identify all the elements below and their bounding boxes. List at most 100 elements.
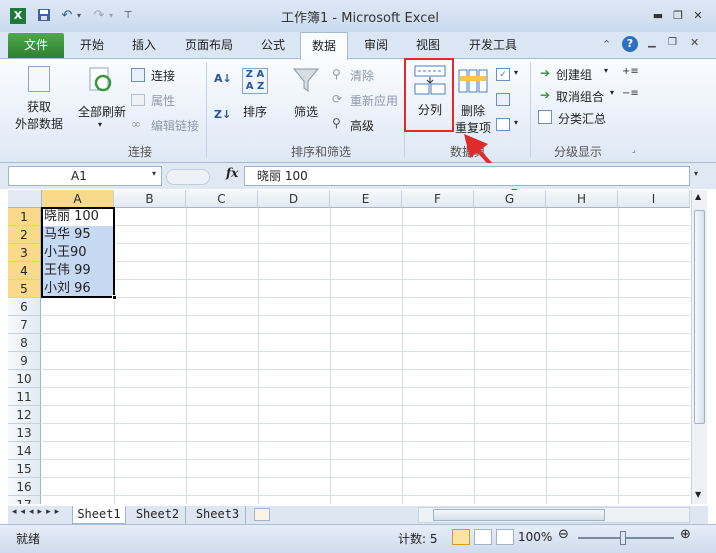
expand-formula-icon[interactable]: ▾: [694, 169, 698, 178]
tab-insert[interactable]: 插入: [120, 32, 168, 58]
sort-asc-button[interactable]: A↓: [214, 72, 232, 90]
sort-button[interactable]: Z AA Z 排序: [238, 64, 272, 134]
refresh-all-button[interactable]: 全部刷新 ▾: [76, 64, 126, 134]
refresh-all-label: 全部刷新: [77, 105, 126, 119]
sheet-tab-2[interactable]: Sheet2: [130, 506, 186, 524]
normal-view-icon[interactable]: [452, 529, 470, 545]
column-header[interactable]: E: [330, 190, 402, 208]
restore-icon[interactable]: ❐: [670, 9, 686, 23]
worksheet-grid[interactable]: A B C D E F G H I 1 2 3 4 5 6 7 8 9 10 1…: [8, 190, 690, 504]
name-box-dropdown-icon[interactable]: ▾: [152, 169, 156, 178]
tab-file[interactable]: 文件: [8, 33, 64, 58]
page-layout-view-icon[interactable]: [474, 529, 492, 545]
row-header[interactable]: 4: [8, 262, 41, 280]
column-header[interactable]: C: [186, 190, 258, 208]
row-header[interactable]: 13: [8, 424, 41, 442]
help-icon[interactable]: ?: [622, 36, 638, 52]
select-all-corner[interactable]: [8, 190, 42, 208]
sheet-tab-1[interactable]: Sheet1: [72, 506, 126, 524]
get-external-data-button[interactable]: 获取 外部数据: [8, 64, 70, 134]
row-header[interactable]: 16: [8, 478, 41, 496]
row-header[interactable]: 3: [8, 244, 41, 262]
redo-dropdown-icon[interactable]: ▾: [107, 8, 115, 24]
vertical-scrollbar[interactable]: ▲ ▼: [691, 190, 707, 504]
column-header[interactable]: I: [618, 190, 690, 208]
sheet-nav-icons[interactable]: ◂◂◂▸▸▸: [12, 507, 63, 517]
outline-launcher-icon[interactable]: ⌟: [632, 145, 636, 154]
column-header[interactable]: B: [114, 190, 186, 208]
hscroll-thumb[interactable]: [433, 509, 605, 521]
name-box[interactable]: A1: [8, 166, 162, 186]
scroll-up-icon[interactable]: ▲: [695, 192, 701, 201]
row-header[interactable]: 1: [8, 208, 41, 226]
row-header[interactable]: 2: [8, 226, 41, 244]
consolidate-button[interactable]: [496, 93, 516, 109]
tab-review[interactable]: 审阅: [354, 32, 398, 58]
tab-page-layout[interactable]: 页面布局: [176, 32, 242, 58]
properties-button[interactable]: 属性: [131, 92, 199, 110]
ungroup-button[interactable]: ➔ 取消组合 ▾: [540, 88, 622, 106]
show-detail-icon[interactable]: +≡: [622, 66, 639, 77]
row-header[interactable]: 11: [8, 388, 41, 406]
collapse-ribbon-icon[interactable]: ⌃: [602, 38, 611, 51]
remove-duplicates-button[interactable]: 删除 重复项: [455, 64, 492, 135]
subtotal-button[interactable]: 分类汇总: [538, 110, 614, 128]
sheet-tab-3[interactable]: Sheet3: [190, 506, 246, 524]
tab-data[interactable]: 数据: [300, 32, 348, 60]
zoom-slider-thumb[interactable]: [620, 531, 626, 545]
column-header[interactable]: G: [474, 190, 546, 208]
row-header[interactable]: 15: [8, 460, 41, 478]
undo-icon[interactable]: ↶: [58, 8, 76, 24]
undo-dropdown-icon[interactable]: ▾: [75, 8, 83, 24]
sort-desc-button[interactable]: Z↓: [214, 108, 232, 126]
edit-links-button[interactable]: ∞ 编辑链接: [131, 117, 203, 135]
tab-view[interactable]: 视图: [406, 32, 450, 58]
row-header[interactable]: 6: [8, 298, 41, 316]
fill-handle[interactable]: [112, 295, 117, 300]
filter-button[interactable]: 筛选: [288, 64, 324, 134]
row-header[interactable]: 10: [8, 370, 41, 388]
row-header[interactable]: 12: [8, 406, 41, 424]
horizontal-scrollbar[interactable]: [418, 507, 690, 523]
tab-developer[interactable]: 开发工具: [458, 32, 528, 58]
row-header[interactable]: 8: [8, 334, 41, 352]
column-header[interactable]: D: [258, 190, 330, 208]
close-icon[interactable]: ✕: [690, 9, 706, 23]
formula-input[interactable]: 晓丽 100: [244, 166, 690, 186]
row-header[interactable]: 5: [8, 280, 41, 298]
page-break-view-icon[interactable]: [496, 529, 514, 545]
row-header[interactable]: 9: [8, 352, 41, 370]
advanced-button[interactable]: ⚲ 高级: [332, 116, 388, 135]
zoom-out-icon[interactable]: ⊖: [558, 527, 569, 542]
customize-qat-icon[interactable]: ⊤: [122, 8, 134, 24]
clear-label: 清除: [350, 69, 375, 83]
column-header[interactable]: H: [546, 190, 618, 208]
reapply-button[interactable]: ⟳ 重新应用: [332, 92, 404, 110]
column-header[interactable]: F: [402, 190, 474, 208]
minimize-icon[interactable]: ▬: [650, 9, 666, 23]
connections-button[interactable]: 连接: [131, 67, 199, 85]
column-header[interactable]: A: [42, 190, 114, 208]
row-header[interactable]: 7: [8, 316, 41, 334]
clear-button[interactable]: ⚲ 清除: [332, 67, 402, 85]
workbook-restore-icon[interactable]: ❐: [668, 37, 677, 48]
row-header[interactable]: 14: [8, 442, 41, 460]
redo-icon[interactable]: ↷: [90, 8, 108, 24]
data-validation-button[interactable]: ✓ ▾: [496, 68, 524, 84]
tab-formulas[interactable]: 公式: [250, 32, 296, 58]
zoom-level[interactable]: 100%: [518, 530, 552, 544]
zoom-slider[interactable]: [578, 537, 674, 539]
scroll-down-icon[interactable]: ▼: [695, 490, 701, 499]
workbook-close-icon[interactable]: ✕: [690, 36, 699, 49]
insert-sheet-icon[interactable]: [254, 508, 270, 521]
hide-detail-icon[interactable]: −≡: [622, 88, 639, 99]
excel-logo-icon[interactable]: X: [10, 8, 26, 24]
zoom-in-icon[interactable]: ⊕: [680, 527, 691, 542]
insert-function-button[interactable]: fx: [226, 166, 238, 180]
scroll-thumb[interactable]: [694, 210, 705, 424]
save-icon[interactable]: [36, 8, 52, 24]
workbook-minimize-icon[interactable]: ▁: [648, 37, 656, 48]
group-button[interactable]: ➔ 创建组 ▾: [540, 66, 620, 84]
row-header[interactable]: 17: [8, 496, 41, 504]
tab-home[interactable]: 开始: [70, 32, 114, 58]
